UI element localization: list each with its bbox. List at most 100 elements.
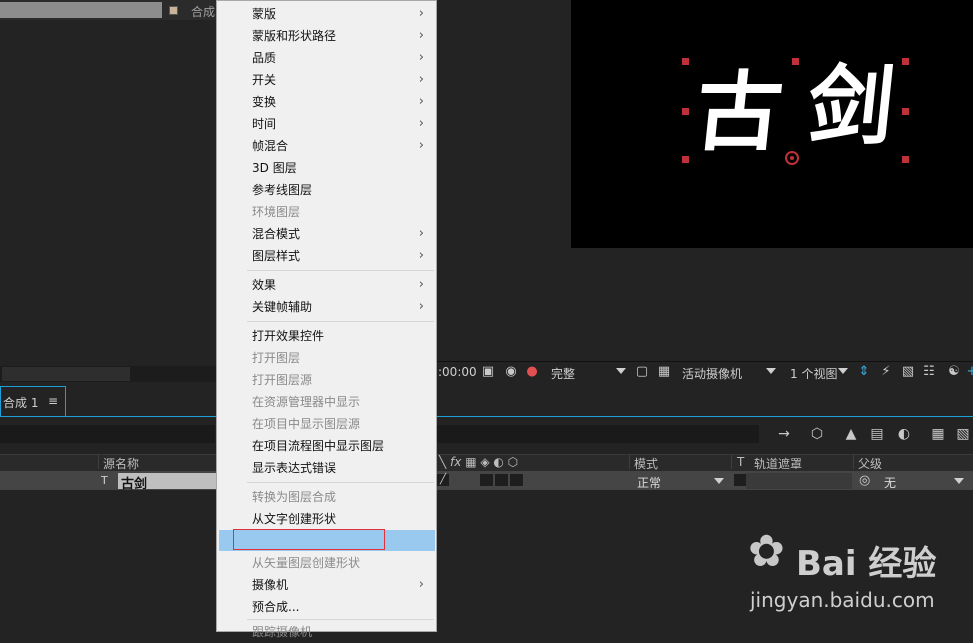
chevron-right-icon: › [418, 50, 424, 65]
menu-item-label: 帧混合 [252, 139, 289, 153]
camera-chevron-down-icon[interactable] [766, 368, 776, 374]
snapshot-camera-icon[interactable]: ▣ [480, 364, 496, 380]
menu-item-label: 参考线图层 [252, 183, 313, 197]
tab-menu-icon[interactable]: ≡ [48, 394, 58, 408]
brainstorm-icon[interactable]: ▧ [954, 425, 972, 443]
camera-select[interactable]: 活动摄像机 [682, 365, 742, 382]
menu-item-label: 预合成... [252, 600, 300, 614]
fast-preview-icon[interactable]: ⚡ [878, 364, 894, 380]
menu-item-22[interactable]: 从文字创建形状 [252, 508, 432, 530]
menu-item-13[interactable]: 关键帧辅助 › [252, 296, 432, 318]
text-layer-icon: T [101, 474, 108, 487]
bbox-handle-top-center[interactable] [792, 58, 799, 65]
layer-mode-select[interactable]: 正常 [637, 474, 661, 491]
menu-item-3[interactable]: 开关 › [252, 69, 432, 91]
menu-item-2[interactable]: 品质 › [252, 47, 432, 69]
menu-item-9: 环境图层 [252, 201, 432, 223]
parent-chevron-down-icon[interactable] [954, 478, 964, 484]
view-layout-chevron-down-icon[interactable] [838, 368, 848, 374]
frame-blending-icon[interactable]: ▤ [868, 425, 886, 443]
menu-item-label: 在资源管理器中显示 [252, 395, 361, 409]
tab-comp-1-label[interactable]: 合成 1 [3, 394, 38, 411]
bbox-handle-middle-left[interactable] [682, 108, 689, 115]
menu-item-label: 从文字创建形状 [252, 512, 337, 526]
column-divider[interactable] [853, 455, 854, 469]
track-matte-select[interactable] [746, 473, 852, 489]
menu-item-4[interactable]: 变换 › [252, 91, 432, 113]
baidu-paw-logo-icon: ✿ [748, 526, 785, 577]
column-t[interactable]: T [737, 455, 744, 469]
menu-item-18: 在项目中显示图层源 [252, 413, 432, 435]
pick-whip-icon[interactable]: ◎ [859, 473, 870, 488]
quality-switch-icon[interactable]: ╱ [437, 474, 449, 486]
column-source-name[interactable]: 源名称 [103, 455, 139, 472]
shy-layers-icon[interactable]: ▲ [842, 425, 860, 443]
timeline-tab-bar [0, 386, 973, 417]
layer-switch-frame-blend[interactable] [495, 474, 508, 486]
menu-item-label: 在项目流程图中显示图层 [252, 439, 385, 453]
menu-item-1[interactable]: 蒙版和形状路径 › [252, 25, 432, 47]
motion-blur-icon[interactable]: ◐ [895, 425, 913, 443]
menu-item-24: 从矢量图层创建形状 [252, 552, 432, 574]
resolution-chevron-down-icon[interactable] [616, 368, 626, 374]
composition-mini-flowchart-icon[interactable]: → [775, 425, 793, 443]
timecode-display[interactable]: :00:00 [438, 365, 477, 379]
menu-item-25[interactable]: 摄像机 › [252, 574, 432, 596]
transparency-grid-icon[interactable]: ▦ [656, 364, 672, 380]
column-divider[interactable] [98, 455, 99, 469]
menu-item-11[interactable]: 图层样式 › [252, 245, 432, 267]
bbox-handle-middle-right[interactable] [902, 108, 909, 115]
menu-item-7[interactable]: 3D 图层 [252, 157, 432, 179]
timeline-search-input[interactable] [0, 425, 215, 443]
view-layout-select[interactable]: 1 个视图 [790, 365, 837, 382]
menu-item-16: 打开图层源 [252, 369, 432, 391]
menu-item-17: 在资源管理器中显示 [252, 391, 432, 413]
menu-item-label: 3D 图层 [252, 161, 297, 175]
mode-chevron-down-icon[interactable] [714, 478, 724, 484]
reset-exposure-icon[interactable]: ☯ [946, 364, 962, 380]
layer-switch-motion-blur[interactable] [510, 474, 523, 486]
top-tab-label[interactable]: 合成 [191, 3, 215, 20]
menu-item-10[interactable]: 混合模式 › [252, 223, 432, 245]
menu-item-label: 图层样式 [252, 249, 301, 263]
menu-item-14[interactable]: 打开效果控件 [252, 325, 432, 347]
show-snapshot-icon[interactable]: ◉ [503, 364, 519, 380]
menu-item-0[interactable]: 蒙版 › [252, 3, 432, 25]
bbox-handle-top-right[interactable] [902, 58, 909, 65]
bbox-handle-top-left[interactable] [682, 58, 689, 65]
layer-name[interactable]: 古剑 [121, 473, 147, 492]
menu-item-19[interactable]: 在项目流程图中显示图层 [252, 435, 432, 457]
parent-select[interactable]: 无 [884, 474, 896, 491]
menu-item-5[interactable]: 时间 › [252, 113, 432, 135]
column-track-matte[interactable]: 轨道遮罩 [754, 455, 802, 472]
scrollbar-thumb[interactable] [2, 367, 130, 381]
menu-item-15: 打开图层 [252, 347, 432, 369]
bbox-handle-bottom-left[interactable] [682, 156, 689, 163]
resolution-select[interactable]: 完整 [551, 365, 575, 382]
column-parent[interactable]: 父级 [858, 455, 882, 472]
exposure-plus-icon[interactable]: + [964, 364, 973, 380]
bbox-handle-bottom-right[interactable] [902, 156, 909, 163]
flowchart-icon[interactable]: ☷ [921, 364, 937, 380]
menu-item-8[interactable]: 参考线图层 [252, 179, 432, 201]
menu-item-6[interactable]: 帧混合 › [252, 135, 432, 157]
menu-item-label: 效果 [252, 278, 277, 292]
draft-3d-icon[interactable]: ⬡ [808, 425, 826, 443]
graph-editor-icon[interactable]: ▦ [929, 425, 947, 443]
menu-separator [247, 482, 434, 483]
toggle-pixel-aspect-icon[interactable]: ⇕ [856, 364, 872, 380]
region-of-interest-icon[interactable]: ▢ [634, 364, 650, 380]
top-panel-tab[interactable] [0, 2, 162, 18]
column-divider[interactable] [731, 455, 732, 469]
menu-item-20[interactable]: 显示表达式错误 [252, 457, 432, 479]
chevron-right-icon: › [418, 299, 424, 314]
menu-item-12[interactable]: 效果 › [252, 274, 432, 296]
anchor-point-icon[interactable] [785, 151, 799, 165]
column-mode[interactable]: 模式 [634, 455, 658, 472]
column-divider[interactable] [629, 455, 630, 469]
timeline-toggle-icon[interactable]: ▧ [900, 364, 916, 380]
color-channel-icon[interactable]: ● [524, 364, 540, 380]
menu-item-26[interactable]: 预合成... [252, 596, 432, 618]
menu-item-label: 混合模式 [252, 227, 301, 241]
layer-switch-fx[interactable] [480, 474, 493, 486]
